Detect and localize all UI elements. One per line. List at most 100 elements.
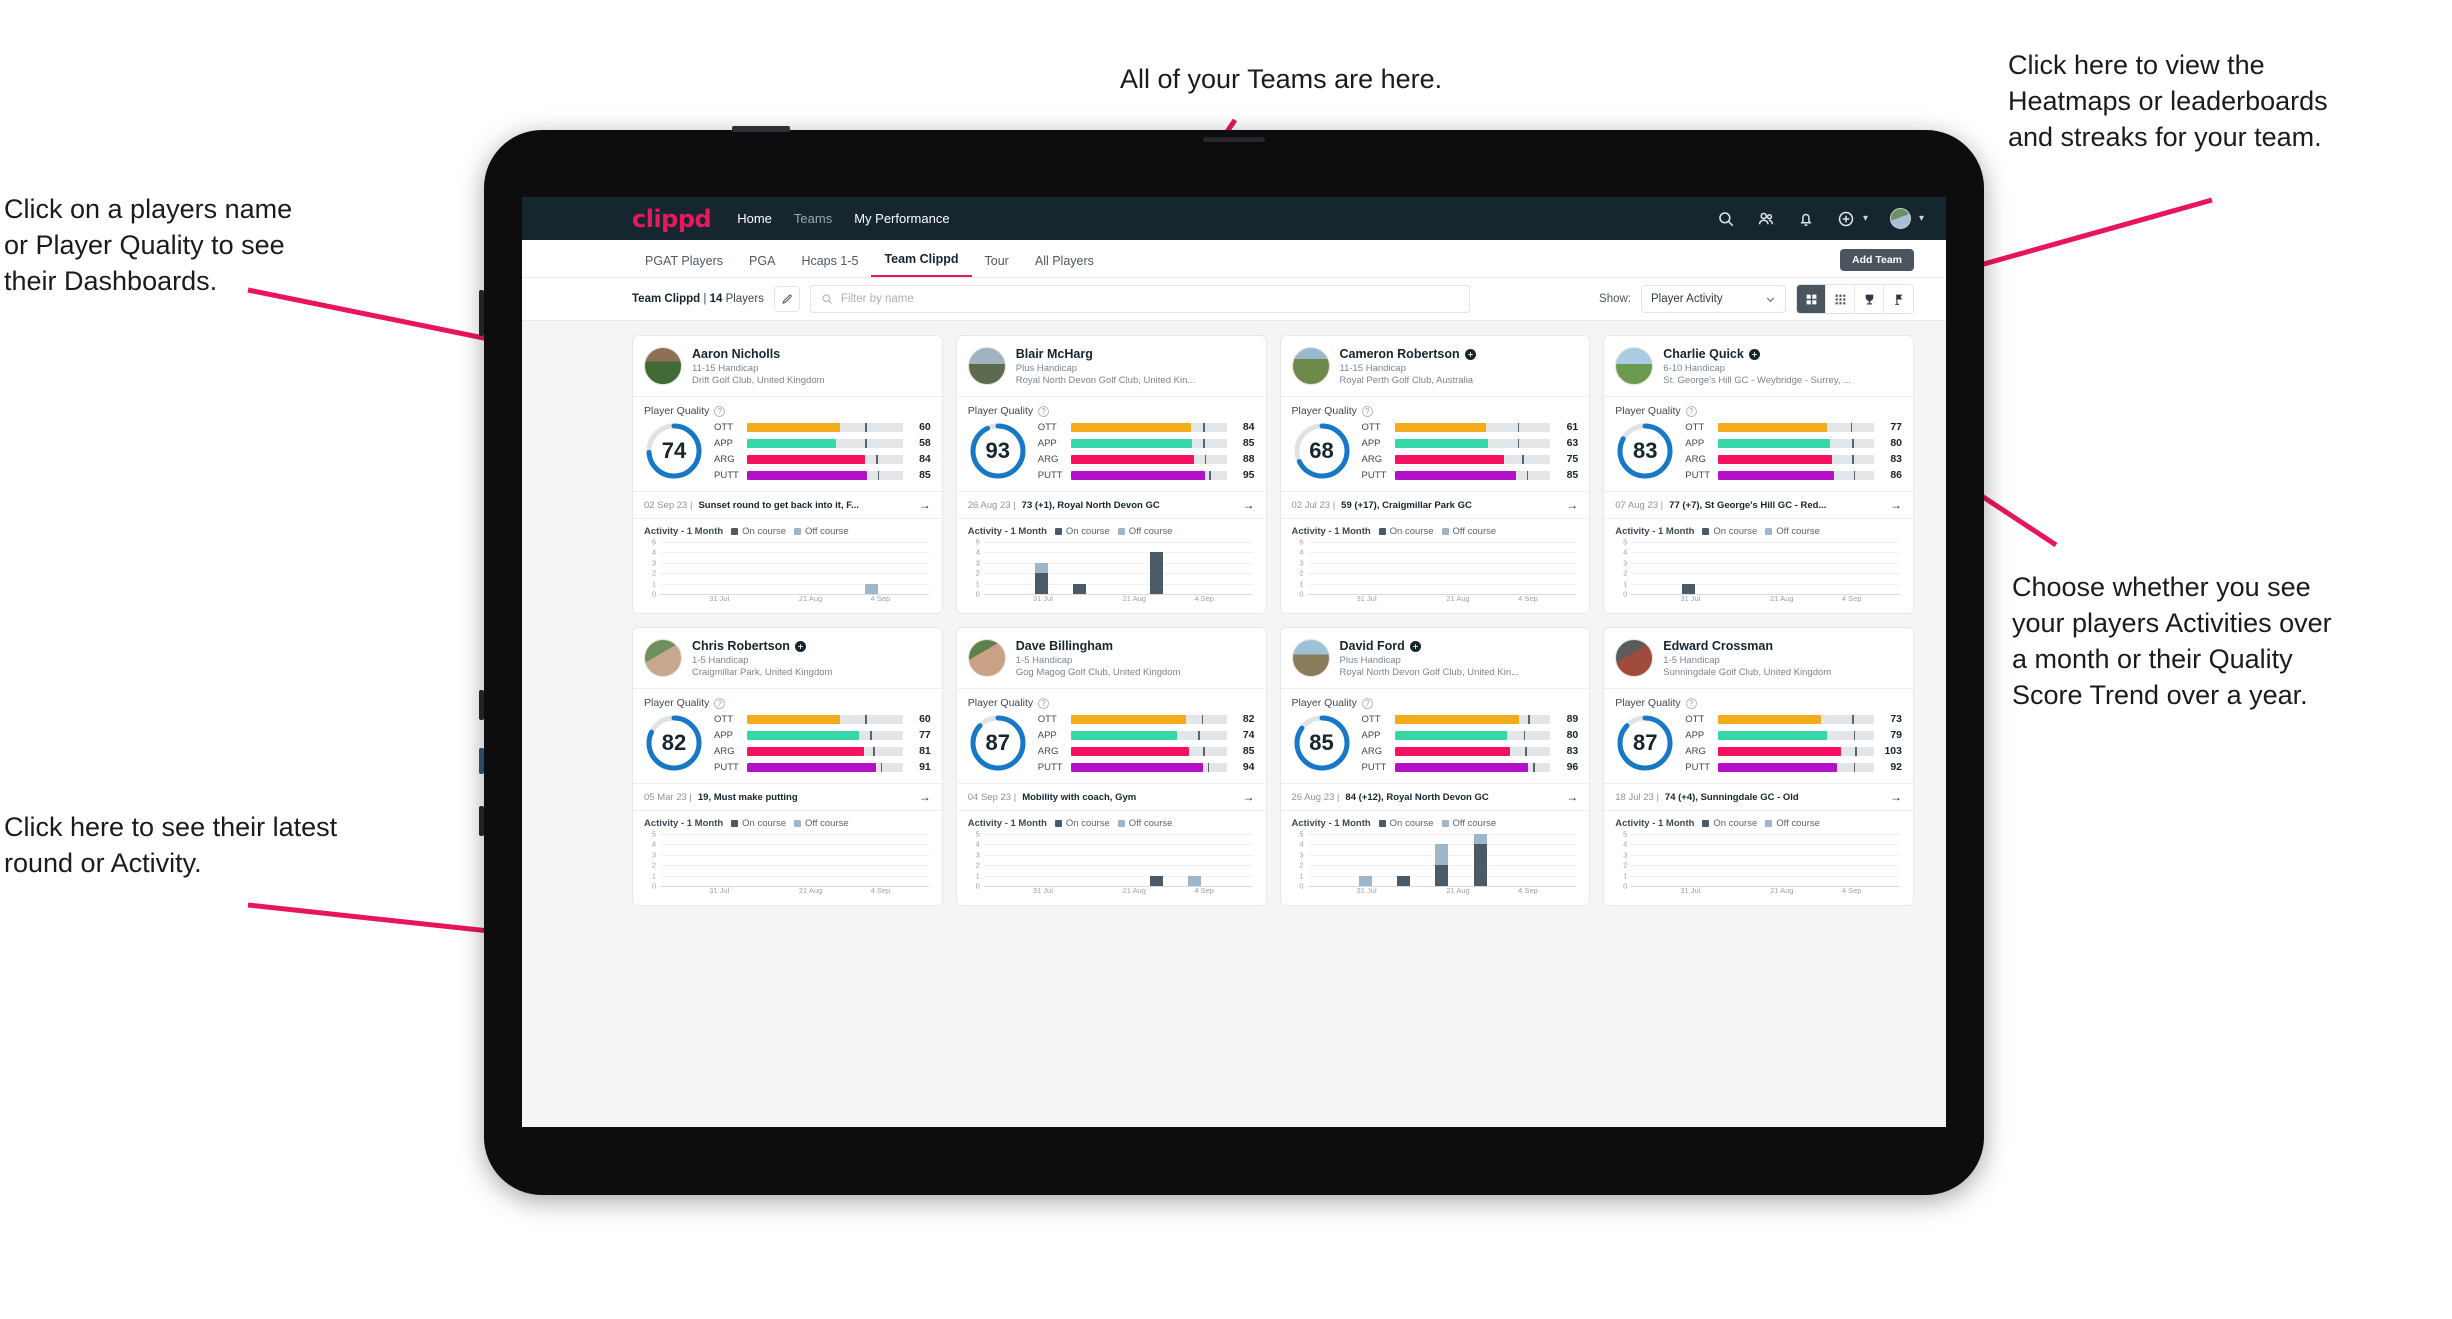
latest-activity-row[interactable]: 07 Aug 23 | 77 (+7), St George's Hill GC … [1604,491,1913,519]
heatmap-view-button[interactable] [1884,285,1913,313]
help-icon[interactable]: ? [1038,405,1050,417]
player-name[interactable]: Blair McHarg [1016,347,1196,361]
nav-teams[interactable]: Teams [794,211,832,226]
player-name[interactable]: Dave Billingham [1016,639,1181,653]
metric-bar-fill [747,422,841,432]
bars-area [660,834,929,886]
metric-row: PUTT 91 [714,761,931,773]
arrow-right-icon[interactable]: → [1566,498,1578,512]
latest-activity-row[interactable]: 02 Sep 23 | Sunset round to get back into… [633,491,942,519]
latest-activity-row[interactable]: 18 Jul 23 | 74 (+4), Sunningdale GC - Old… [1604,783,1913,811]
player-card-header[interactable]: Aaron Nicholls 11-15 Handicap Drift Golf C… [633,336,942,396]
arrow-right-icon[interactable]: → [919,790,931,804]
player-card[interactable]: Dave Billingham 1-5 Handicap Gog Magog Gol… [955,627,1267,906]
help-icon[interactable]: ? [1685,697,1697,709]
tab-team-clippd[interactable]: Team Clippd [871,252,972,277]
player-card-header[interactable]: Cameron Robertson 11-15 Handicap Royal Per… [1281,336,1590,396]
player-name[interactable]: Cameron Robertson [1340,347,1476,361]
help-icon[interactable]: ? [1038,697,1050,709]
player-card-header[interactable]: Chris Robertson 1-5 Handicap Craigmillar P… [633,628,942,688]
player-quality-body[interactable]: 74 OTT 60 APP 58 ARG 84 PUTT 85 [633,419,942,491]
brand-logo[interactable]: clippd [632,205,712,233]
tab-pgat-players[interactable]: PGAT Players [632,254,736,277]
metric-row: OTT 73 [1685,713,1902,725]
player-card[interactable]: Blair McHarg Plus Handicap Royal North Dev… [955,335,1267,614]
tab-hcaps-1-5[interactable]: Hcaps 1-5 [788,254,871,277]
arrow-right-icon[interactable]: → [1243,498,1255,512]
chart-bars-container [1307,542,1577,595]
latest-activity-row[interactable]: 02 Jul 23 | 59 (+17), Craigmillar Park GC… [1280,491,1590,519]
metric-bar-fill [1718,762,1837,772]
player-quality-body[interactable]: 68 OTT 61 APP 63 ARG 75 PUTT 85 [1281,419,1590,491]
player-card[interactable]: Edward Crossman 1-5 Handicap Sunningdale G… [1603,627,1914,906]
player-club: Sunningdale Golf Club, United Kingdom [1663,667,1832,678]
team-summary: Team Clippd | 14 Players [632,293,764,305]
nav-my-performance[interactable]: My Performance [854,211,949,226]
player-card[interactable]: Aaron Nicholls 11-15 Handicap Drift Golf C… [632,335,943,614]
y-tick-label: 5 [975,537,980,547]
add-team-button[interactable]: Add Team [1840,249,1914,271]
player-card-header[interactable]: Charlie Quick 6-10 Handicap St. George's H… [1604,336,1913,396]
latest-activity-row[interactable]: 05 Mar 23 | 19, Must make putting → [633,783,942,811]
plus-chevron-down-icon[interactable]: ▾ [1863,213,1868,224]
player-quality-body[interactable]: 83 OTT 77 APP 80 ARG 83 PUTT 86 [1604,419,1913,491]
player-name[interactable]: Edward Crossman [1663,639,1831,653]
latest-activity-text: 77 (+7), St George's Hill GC - Red... [1669,499,1827,511]
latest-activity-row[interactable]: 04 Sep 23 | Mobility with coach, Gym → [956,783,1266,811]
tab-pga[interactable]: PGA [736,254,788,277]
player-card-header[interactable]: Blair McHarg Plus Handicap Royal North Dev… [957,336,1266,396]
help-icon[interactable]: ? [1361,405,1373,417]
dense-grid-view-button[interactable] [1826,285,1855,313]
player-card-header[interactable]: Dave Billingham 1-5 Handicap Gog Magog Gol… [957,628,1266,688]
search-icon[interactable] [1717,210,1735,228]
search-input[interactable]: Filter by name [809,285,1470,313]
latest-activity-text: 73 (+1), Royal North Devon GC [1021,499,1160,511]
metric-value: 82 [1242,713,1255,725]
tab-all-players[interactable]: All Players [1022,254,1107,277]
edit-team-button[interactable] [773,286,800,312]
avatar[interactable] [1889,208,1911,229]
player-card[interactable]: Charlie Quick 6-10 Handicap St. George's H… [1603,335,1914,614]
people-icon[interactable] [1757,210,1775,228]
player-card-header[interactable]: David Ford Plus Handicap Royal North Devon… [1281,628,1590,688]
player-card[interactable]: Chris Robertson 1-5 Handicap Craigmillar P… [632,627,943,906]
player-card[interactable]: Cameron Robertson 11-15 Handicap Royal Per… [1279,335,1591,614]
grid-view-button[interactable] [1797,285,1826,313]
player-card[interactable]: David Ford Plus Handicap Royal North Devon… [1279,627,1591,906]
player-name[interactable]: David Ford [1340,639,1520,653]
help-icon[interactable]: ? [1361,697,1373,709]
metric-bar-marker [1855,746,1857,756]
y-tick-label: 4 [1623,839,1628,849]
chevron-down-icon [1765,294,1776,305]
player-card-header[interactable]: Edward Crossman 1-5 Handicap Sunningdale G… [1604,628,1913,688]
player-quality-body[interactable]: 87 OTT 73 APP 79 ARG 103 PUTT 92 [1604,711,1913,783]
player-quality-body[interactable]: 93 OTT 84 APP 85 ARG 88 PUTT 95 [957,419,1266,491]
help-icon[interactable]: ? [714,405,726,417]
player-name[interactable]: Charlie Quick [1663,347,1851,361]
arrow-right-icon[interactable]: → [1243,790,1255,804]
metric-row: APP 77 [714,729,931,741]
bell-icon[interactable] [1797,210,1815,228]
plus-circle-icon[interactable] [1837,210,1855,228]
player-avatar [644,347,682,385]
leaderboard-view-button[interactable] [1855,285,1884,313]
help-icon[interactable]: ? [714,697,726,709]
player-name[interactable]: Chris Robertson [692,639,832,653]
help-icon[interactable]: ? [1685,405,1697,417]
avatar-chevron-down-icon[interactable]: ▾ [1919,213,1924,224]
nav-home[interactable]: Home [737,211,772,226]
chart-plot-area: 0 1 2 3 4 5 31 Jul 21 Aug 4 Sep [644,830,931,896]
arrow-right-icon[interactable]: → [1566,790,1578,804]
player-quality-body[interactable]: 85 OTT 89 APP 80 ARG 83 PUTT 96 [1281,711,1590,783]
show-select[interactable]: Player Activity [1641,285,1786,313]
arrow-right-icon[interactable]: → [1890,790,1902,804]
player-quality-body[interactable]: 87 OTT 82 APP 74 ARG 85 PUTT 94 [957,711,1266,783]
player-quality-body[interactable]: 82 OTT 60 APP 77 ARG 81 PUTT 91 [633,711,942,783]
player-name[interactable]: Aaron Nicholls [692,347,825,361]
latest-activity-row[interactable]: 26 Aug 23 | 84 (+12), Royal North Devon G… [1280,783,1590,811]
latest-activity-row[interactable]: 26 Aug 23 | 73 (+1), Royal North Devon GC… [956,491,1266,519]
metric-bar-fill [1394,730,1507,740]
tab-tour[interactable]: Tour [972,254,1022,277]
arrow-right-icon[interactable]: → [919,498,931,512]
arrow-right-icon[interactable]: → [1890,498,1902,512]
